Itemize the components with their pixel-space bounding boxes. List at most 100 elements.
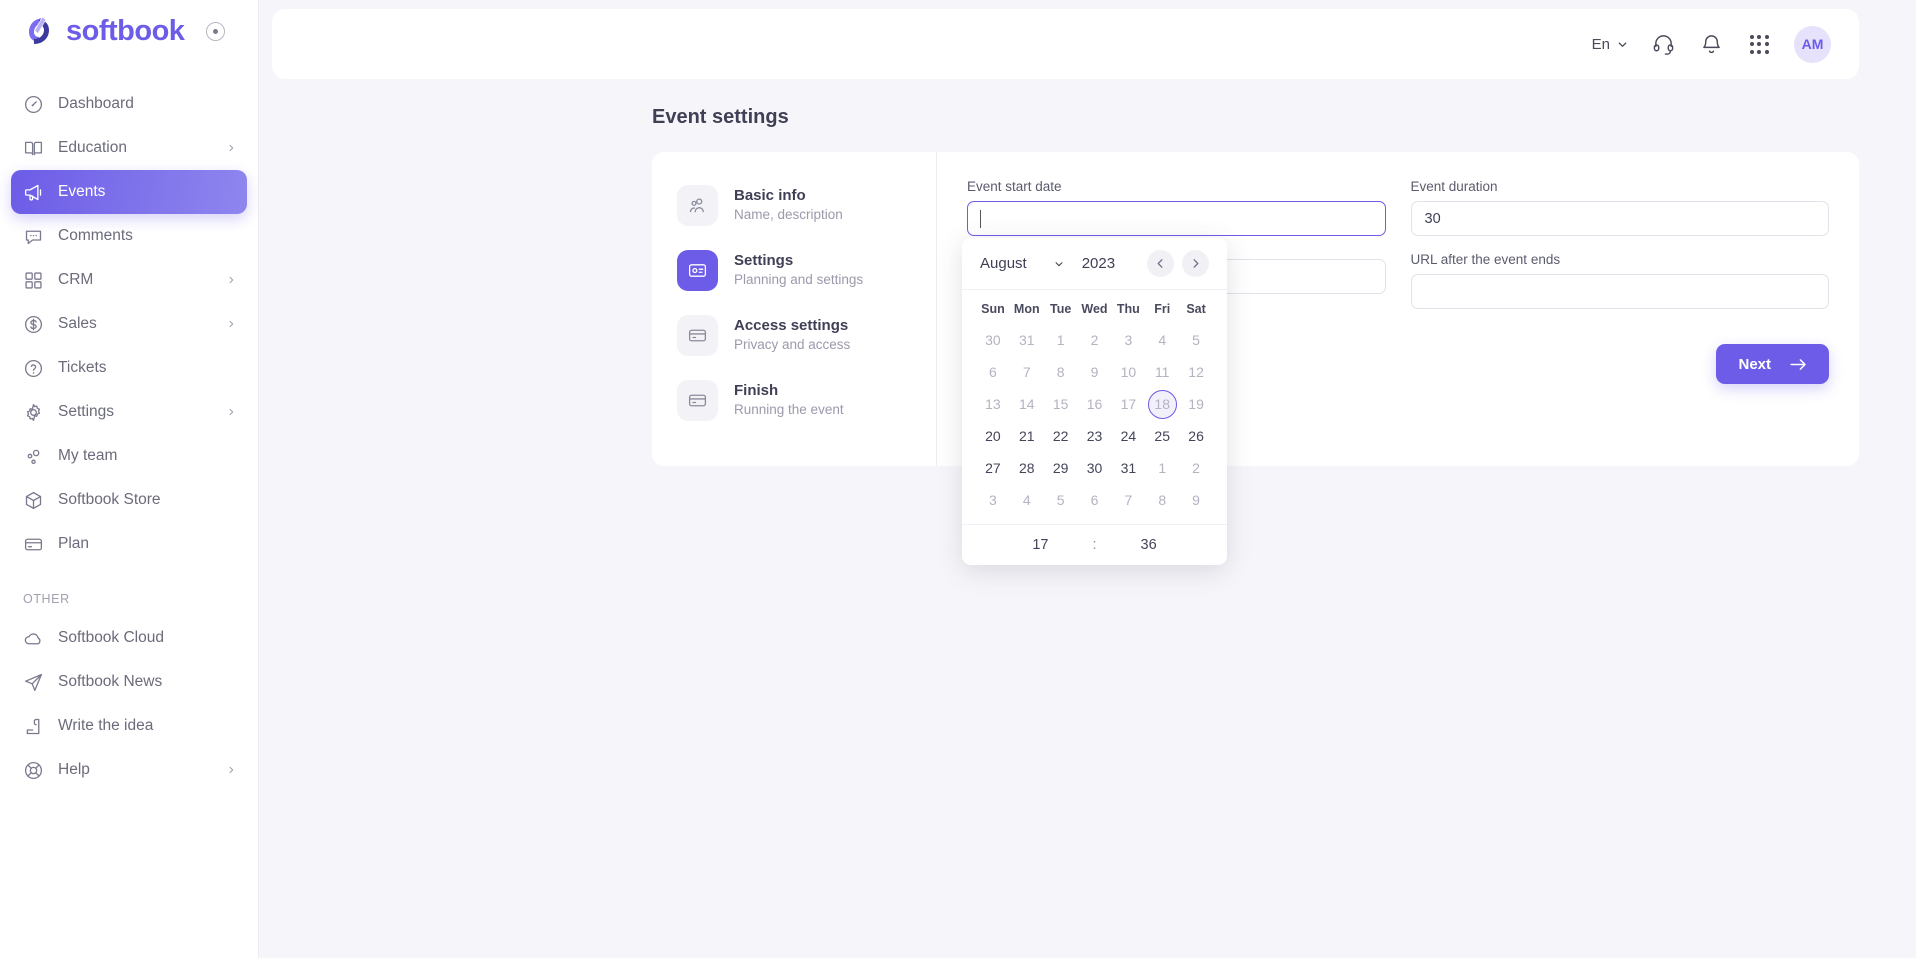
label-duration: Event duration [1410,179,1498,194]
day-cell[interactable]: 5 [1179,326,1213,354]
day-cell[interactable]: 20 [976,422,1010,450]
day-cell[interactable]: 1 [1145,454,1179,482]
text-caret [980,210,981,228]
datepicker-popover: August 2023 Sun Mon Tue Wed Thu Fri Sat … [962,238,1227,565]
step-settings[interactable]: Settings Planning and settings [677,244,936,297]
day-cell[interactable]: 8 [1145,486,1179,514]
next-month-button[interactable] [1182,250,1209,277]
datepicker-week-row: 3 4 5 6 7 8 9 [976,486,1213,514]
step-text: Settings Planning and settings [734,251,863,290]
datepicker-week-row: 20 21 22 23 24 25 26 [976,422,1213,450]
next-button[interactable]: Next [1716,344,1829,384]
day-cell[interactable]: 19 [1179,390,1213,418]
day-cell[interactable]: 13 [976,390,1010,418]
day-cell[interactable]: 31 [1111,454,1145,482]
chevron-down-icon[interactable] [1054,259,1064,269]
brand-logo[interactable]: softbook [0,0,258,62]
day-cell[interactable]: 4 [1145,326,1179,354]
day-cell[interactable]: 30 [976,326,1010,354]
lifebuoy-icon [23,760,44,781]
day-cell[interactable]: 23 [1078,422,1112,450]
day-cell[interactable]: 27 [976,454,1010,482]
duration-input[interactable] [1410,201,1829,236]
avatar[interactable]: AM [1794,25,1831,63]
sidebar-item-help[interactable]: Help [11,748,247,792]
step-basic-info[interactable]: Basic info Name, description [677,179,936,232]
day-cell[interactable]: 1 [1044,326,1078,354]
datepicker-week-row: 27 28 29 30 31 1 2 [976,454,1213,482]
day-cell[interactable]: 9 [1179,486,1213,514]
day-cell[interactable]: 14 [1010,390,1044,418]
sidebar-item-softbook-cloud[interactable]: Softbook Cloud [11,616,247,660]
day-cell[interactable]: 16 [1078,390,1112,418]
day-cell[interactable]: 9 [1078,358,1112,386]
sidebar-item-my-team[interactable]: My team [11,434,247,478]
time-minute[interactable]: 36 [1141,537,1157,553]
language-selector[interactable]: En [1592,36,1628,53]
day-cell[interactable]: 25 [1145,422,1179,450]
day-cell[interactable]: 4 [1010,486,1044,514]
day-cell[interactable]: 6 [1078,486,1112,514]
day-cell[interactable]: 6 [976,358,1010,386]
day-cell[interactable]: 31 [1010,326,1044,354]
day-cell[interactable]: 2 [1179,454,1213,482]
headset-icon[interactable] [1650,31,1676,57]
day-cell[interactable]: 21 [1010,422,1044,450]
day-cell[interactable]: 3 [976,486,1010,514]
sidebar-item-settings[interactable]: Settings [11,390,247,434]
apps-grid-icon[interactable] [1746,31,1772,57]
app-root: softbook Dashboard Education Events Comment… [0,0,1916,958]
prev-month-button[interactable] [1147,250,1174,277]
day-cell[interactable]: 5 [1044,486,1078,514]
chevron-left-icon [1157,259,1163,268]
sidebar-item-crm[interactable]: CRM [11,258,247,302]
sidebar-item-plan[interactable]: Plan [11,522,247,566]
day-number: 22 [1052,428,1069,444]
sidebar-item-sales[interactable]: Sales [11,302,247,346]
day-number: 18 [1154,396,1170,412]
sidebar-item-label: Events [58,183,106,200]
sidebar-item-tickets[interactable]: Tickets [11,346,247,390]
day-cell[interactable]: 15 [1044,390,1078,418]
circle-dot-icon[interactable] [206,21,226,41]
datepicker-year-label[interactable]: 2023 [1082,255,1115,272]
users-icon [677,185,718,226]
day-cell[interactable]: 30 [1078,454,1112,482]
day-cell[interactable]: 10 [1111,358,1145,386]
day-cell[interactable]: 2 [1078,326,1112,354]
day-number: 23 [1086,428,1103,444]
day-cell[interactable]: 7 [1111,486,1145,514]
day-cell[interactable]: 17 [1111,390,1145,418]
datepicker-week-row: 13 14 15 16 17 18 19 [976,389,1213,419]
day-cell[interactable]: 22 [1044,422,1078,450]
time-hour[interactable]: 17 [1032,537,1048,553]
credit-card-icon [688,394,707,407]
step-finish[interactable]: Finish Running the event [677,374,936,427]
bell-icon[interactable] [1698,31,1724,57]
day-cell-today[interactable]: 18 [1145,389,1179,419]
day-cell[interactable]: 11 [1145,358,1179,386]
step-access-settings[interactable]: Access settings Privacy and access [677,309,936,362]
day-cell[interactable]: 3 [1111,326,1145,354]
step-subtitle: Running the event [734,402,844,418]
field-start-date: Event start date [967,179,1386,236]
day-cell[interactable]: 8 [1044,358,1078,386]
step-title: Basic info [734,186,806,204]
cloud-icon [23,628,44,649]
sidebar-item-education[interactable]: Education [11,126,247,170]
sidebar-item-events[interactable]: Events [11,170,247,214]
sidebar-item-softbook-news[interactable]: Softbook News [11,660,247,704]
day-cell[interactable]: 7 [1010,358,1044,386]
day-cell[interactable]: 24 [1111,422,1145,450]
sidebar-item-softbook-store[interactable]: Softbook Store [11,478,247,522]
day-cell[interactable]: 26 [1179,422,1213,450]
sidebar-item-write-the-idea[interactable]: Write the idea [11,704,247,748]
start-date-input[interactable] [967,201,1386,236]
day-cell[interactable]: 28 [1010,454,1044,482]
datepicker-month-label[interactable]: August [980,255,1027,272]
sidebar-item-dashboard[interactable]: Dashboard [11,82,247,126]
sidebar-item-comments[interactable]: Comments [11,214,247,258]
url-after-input[interactable] [1410,274,1829,309]
day-cell[interactable]: 12 [1179,358,1213,386]
day-cell[interactable]: 29 [1044,454,1078,482]
